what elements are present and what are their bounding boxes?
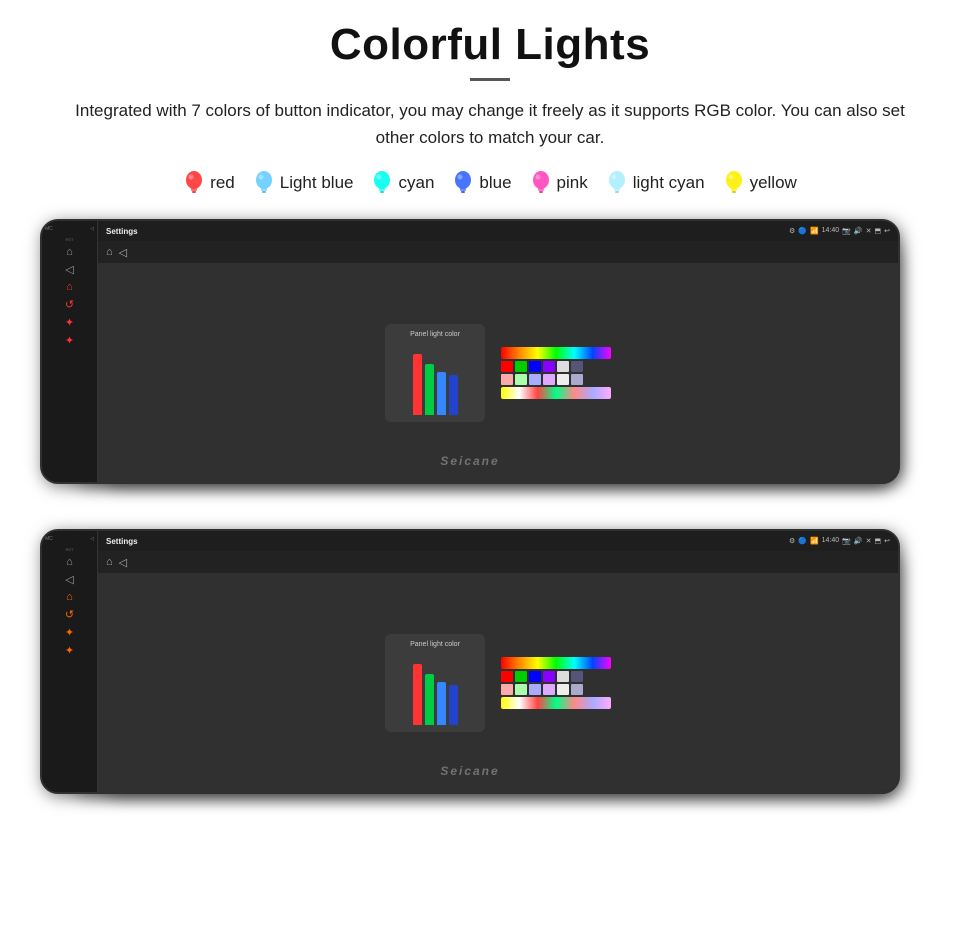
color-item-cyan: cyan: [371, 169, 434, 197]
swatch-cell[interactable]: [515, 671, 527, 682]
swatch-cell[interactable]: [515, 684, 527, 695]
top-device-group: MC◁ RST ⌂ ◁ ⌂ ↺ ✦ ✦ ◁: [40, 219, 940, 509]
swatch-cell[interactable]: [501, 374, 513, 385]
swatch-cell[interactable]: [557, 684, 569, 695]
status-icons-top: ⚙ 🔵 📶 14:40 📷 🔊 ✕ ⬒ ↩: [789, 227, 890, 235]
description-text: Integrated with 7 colors of button indic…: [60, 97, 920, 151]
swatch-cell[interactable]: [501, 361, 513, 372]
bottom-device-group: MC◁ RST ⌂ ◁ ⌂ ↺ ✦ ✦ ◁: [40, 529, 940, 819]
swatch-row-2: [501, 374, 611, 385]
swatch-cell[interactable]: [501, 671, 513, 682]
color-label-blue: blue: [479, 173, 511, 193]
rainbow-swatches-bottom: [501, 657, 611, 709]
page-container: Colorful Lights Integrated with 7 colors…: [0, 0, 980, 839]
swatch-cell[interactable]: [501, 684, 513, 695]
rainbow-gradient-bottom-b: [501, 697, 611, 709]
settings-main-bottom: Panel light color: [98, 573, 898, 792]
panel-light-box-bottom: Panel light color: [385, 634, 485, 732]
swatch-row-1: [501, 361, 611, 372]
color-item-red: red: [183, 169, 235, 197]
bar-red-b[interactable]: [413, 664, 422, 725]
color-label-lightblue: Light blue: [280, 173, 354, 193]
bar-green-b[interactable]: [425, 674, 434, 724]
swatch-cell[interactable]: [571, 671, 583, 682]
swatch-cell[interactable]: [515, 361, 527, 372]
settings-title-top: Settings: [106, 227, 138, 236]
swatch-cell[interactable]: [557, 374, 569, 385]
swatch-cell[interactable]: [571, 374, 583, 385]
settings-main-top: Panel light color: [98, 263, 898, 482]
color-bars-top: [392, 343, 478, 415]
color-item-pink: pink: [530, 169, 588, 197]
color-item-blue: blue: [452, 169, 511, 197]
swatch-cell[interactable]: [529, 374, 541, 385]
swatch-cell[interactable]: [571, 361, 583, 372]
page-title: Colorful Lights: [30, 20, 950, 70]
color-bars-bottom: [392, 653, 478, 725]
status-icons-bottom: ⚙ 🔵 📶 14:40 📷 🔊 ✕ ⬒ ↩: [789, 537, 890, 545]
bar-blue-b[interactable]: [437, 682, 446, 725]
swatch-cell[interactable]: [571, 684, 583, 695]
swatch-row-2b: [501, 684, 611, 695]
bar-blue[interactable]: [437, 372, 446, 415]
bar-green[interactable]: [425, 364, 434, 414]
swatch-cell[interactable]: [543, 671, 555, 682]
device-card-bottom-front: MC◁ RST ⌂ ◁ ⌂ ↺ ✦ ✦ Settings ⚙: [40, 529, 900, 794]
panel-label-top: Panel light color: [392, 331, 478, 338]
color-item-yellow: yellow: [723, 169, 797, 197]
bar-darkblue[interactable]: [449, 375, 458, 415]
home-icon-bottom[interactable]: ⌂: [106, 556, 113, 568]
swatch-cell[interactable]: [515, 374, 527, 385]
panel-label-bottom: Panel light color: [392, 641, 478, 648]
swatch-cell[interactable]: [529, 684, 541, 695]
bulb-icon-pink: [530, 169, 552, 197]
rainbow-swatches-top: [501, 347, 611, 399]
title-divider: [470, 78, 510, 81]
color-item-lightcyan: light cyan: [606, 169, 705, 197]
color-list: red Light blue cyan: [30, 169, 950, 197]
color-label-yellow: yellow: [750, 173, 797, 193]
swatch-cell[interactable]: [543, 361, 555, 372]
back-icon-top[interactable]: ◁: [119, 246, 127, 259]
swatch-cell[interactable]: [529, 671, 541, 682]
devices-section: MC◁ RST ⌂ ◁ ⌂ ↺ ✦ ✦ ◁: [30, 219, 950, 819]
rainbow-gradient-top: [501, 347, 611, 359]
back-icon-bottom[interactable]: ◁: [119, 556, 127, 569]
panel-light-box-top: Panel light color: [385, 324, 485, 422]
rainbow-gradient-top-b: [501, 657, 611, 669]
bulb-icon-lightblue: [253, 169, 275, 197]
swatch-cell[interactable]: [557, 671, 569, 682]
swatch-row-1b: [501, 671, 611, 682]
color-label-pink: pink: [557, 173, 588, 193]
bulb-icon-red: [183, 169, 205, 197]
rainbow-gradient-bottom: [501, 387, 611, 399]
bulb-icon-yellow: [723, 169, 745, 197]
color-label-lightcyan: light cyan: [633, 173, 705, 193]
device-card-top-front: MC◁ RST ⌂ ◁ ⌂ ↺ ✦ ✦ Settings ⚙: [40, 219, 900, 484]
color-label-cyan: cyan: [398, 173, 434, 193]
swatch-cell[interactable]: [543, 374, 555, 385]
home-icon-top[interactable]: ⌂: [106, 246, 113, 258]
swatch-cell[interactable]: [543, 684, 555, 695]
swatch-cell[interactable]: [557, 361, 569, 372]
color-label-red: red: [210, 173, 235, 193]
swatch-cell[interactable]: [529, 361, 541, 372]
bulb-icon-blue: [452, 169, 474, 197]
bulb-icon-lightcyan: [606, 169, 628, 197]
settings-title-bottom: Settings: [106, 537, 138, 546]
color-item-lightblue: Light blue: [253, 169, 354, 197]
bar-darkblue-b[interactable]: [449, 685, 458, 725]
bar-red[interactable]: [413, 354, 422, 415]
bulb-icon-cyan: [371, 169, 393, 197]
